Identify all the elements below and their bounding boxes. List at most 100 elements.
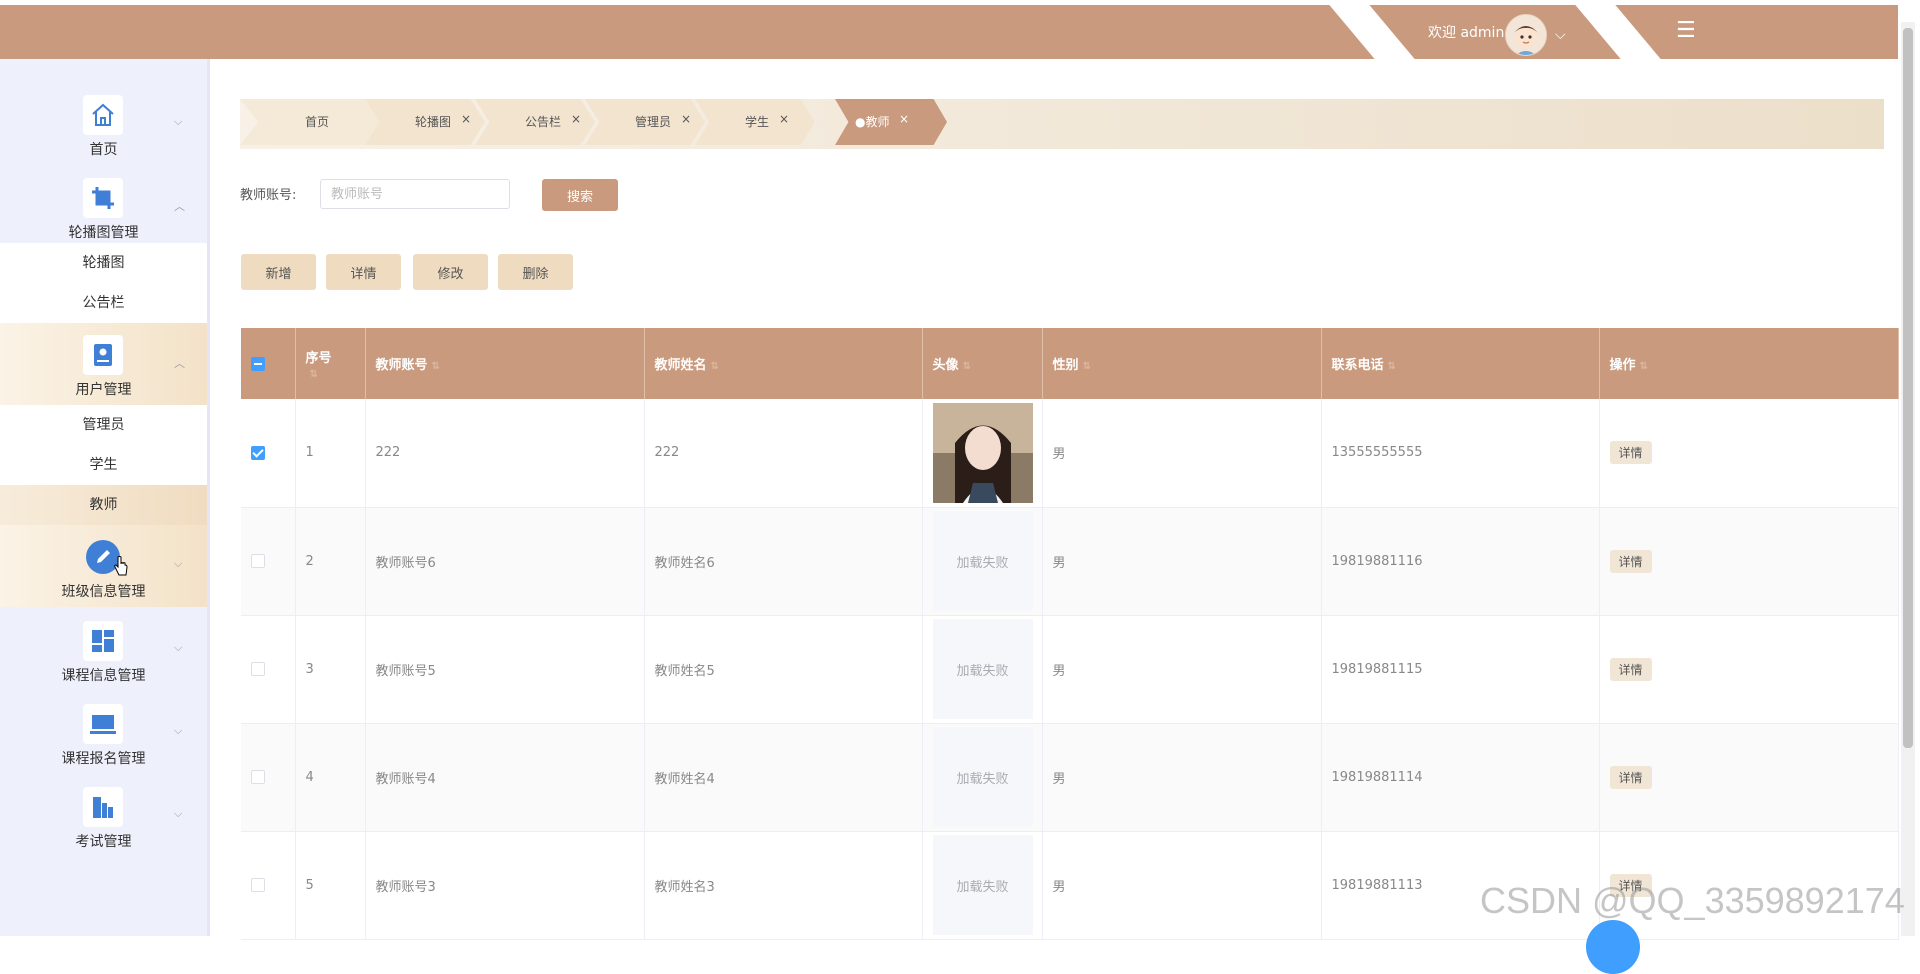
row-checkbox[interactable] — [251, 554, 265, 568]
user-card-icon — [83, 335, 123, 375]
home-icon — [83, 95, 123, 135]
action-cell: 详情 — [1599, 399, 1899, 508]
sort-icon[interactable]: ⇅ — [711, 361, 719, 372]
sort-icon[interactable]: ⇅ — [1388, 361, 1396, 372]
avatar-load-failed: 加载失败 — [932, 727, 1033, 827]
row-checkbox[interactable] — [251, 770, 265, 784]
table-row[interactable]: 4 教师账号4 教师姓名4 加载失败 男 19819881114 详情 — [241, 723, 1899, 832]
row-checkbox[interactable] — [251, 445, 265, 460]
index-cell: 2 — [295, 507, 366, 616]
dashboard-icon — [83, 621, 123, 661]
sidebar-subitem-teacher[interactable]: 教师 — [0, 485, 207, 525]
name-cell: 教师姓名3 — [644, 831, 923, 940]
column-header-account[interactable]: 教师账号 ⇅ — [365, 328, 645, 399]
column-header-action[interactable]: 操作 ⇅ — [1599, 328, 1899, 399]
close-icon[interactable]: × — [461, 112, 471, 126]
user-menu-chevron-icon[interactable]: ⌵ — [1555, 27, 1566, 43]
sidebar-item-class-info[interactable]: 班级信息管理 ⌵ — [0, 525, 207, 607]
laptop-icon — [83, 704, 123, 744]
select-all-checkbox[interactable] — [251, 356, 265, 371]
add-button[interactable]: 新增 — [241, 254, 316, 290]
sidebar-subitem-student[interactable]: 学生 — [0, 445, 207, 485]
row-detail-button[interactable]: 详情 — [1609, 657, 1652, 681]
gender-cell: 男 — [1042, 615, 1322, 724]
sidebar-item-home[interactable]: 首页 ⌵ — [0, 83, 207, 165]
select-all-cell[interactable] — [241, 328, 296, 399]
teacher-table: 序号 ⇅ 教师账号 ⇅ 教师姓名 ⇅ 头像 ⇅ 性别 ⇅ 联系电话 ⇅ 操作 ⇅ 1 222 … — [241, 328, 1899, 940]
row-checkbox[interactable] — [251, 878, 265, 892]
row-detail-button[interactable]: 详情 — [1609, 549, 1652, 573]
header-label: 联系电话 — [1331, 358, 1384, 373]
row-checkbox[interactable] — [251, 662, 265, 676]
sidebar-item-carousel-management[interactable]: 轮播图管理 ︿ — [0, 166, 207, 248]
teacher-account-search-input[interactable] — [320, 179, 510, 209]
table-row[interactable]: 3 教师账号5 教师姓名5 加载失败 男 19819881115 详情 — [241, 615, 1899, 724]
row-detail-button[interactable]: 详情 — [1609, 765, 1652, 789]
sort-icon[interactable]: ⇅ — [963, 361, 971, 372]
gender-cell: 男 — [1042, 831, 1322, 940]
row-select-cell[interactable] — [241, 507, 296, 616]
action-cell: 详情 — [1599, 615, 1899, 724]
sidebar-item-label: 首页 — [89, 142, 118, 158]
sort-icon[interactable]: ⇅ — [1640, 361, 1648, 372]
chevron-down-icon: ⌵ — [174, 557, 183, 570]
row-select-cell[interactable] — [241, 615, 296, 724]
row-detail-button[interactable]: 详情 — [1609, 441, 1652, 465]
column-header-index[interactable]: 序号 ⇅ — [295, 328, 366, 399]
row-select-cell[interactable] — [241, 399, 296, 508]
action-cell: 详情 — [1599, 723, 1899, 832]
column-header-phone[interactable]: 联系电话 ⇅ — [1321, 328, 1600, 399]
tab-notice-label: 公告栏 — [525, 115, 562, 129]
sort-icon[interactable]: ⇅ — [432, 361, 440, 372]
menu-collapse-icon[interactable]: ☰ — [1676, 19, 1696, 43]
column-header-gender[interactable]: 性别 ⇅ — [1042, 328, 1322, 399]
floating-action-button[interactable] — [1586, 920, 1640, 974]
sidebar-subitem-carousel[interactable]: 轮播图 — [0, 243, 207, 283]
chevron-down-icon: ⌵ — [174, 807, 183, 820]
sidebar-subitem-notice[interactable]: 公告栏 — [0, 283, 207, 323]
sidebar-item-exam-management[interactable]: 考试管理 ⌵ — [0, 775, 207, 857]
building-icon — [83, 787, 123, 827]
index-cell: 1 — [295, 399, 366, 508]
gender-cell: 男 — [1042, 399, 1322, 508]
delete-button[interactable]: 删除 — [498, 254, 573, 290]
close-icon[interactable]: × — [779, 112, 789, 126]
avatar-cell: 加载失败 — [922, 507, 1043, 616]
sort-icon[interactable]: ⇅ — [310, 369, 318, 380]
close-icon[interactable]: × — [899, 112, 909, 126]
table-header-row: 序号 ⇅ 教师账号 ⇅ 教师姓名 ⇅ 头像 ⇅ 性别 ⇅ 联系电话 ⇅ 操作 ⇅ — [241, 328, 1899, 399]
avatar-cell — [922, 399, 1043, 508]
close-icon[interactable]: × — [571, 112, 581, 126]
phone-cell: 13555555555 — [1321, 399, 1600, 508]
user-avatar[interactable] — [1505, 14, 1547, 56]
row-select-cell[interactable] — [241, 831, 296, 940]
avatar-load-failed: 加载失败 — [932, 835, 1033, 935]
sidebar-item-label: 课程信息管理 — [61, 668, 146, 684]
vertical-scrollbar[interactable] — [1901, 22, 1915, 936]
tab-student-label: 学生 — [745, 115, 770, 129]
sidebar-item-user-management[interactable]: 用户管理 ︿ — [0, 323, 207, 405]
sidebar-item-course-info[interactable]: 课程信息管理 ⌵ — [0, 609, 207, 691]
tab-bar: 首页 轮播图 × 公告栏 × 管理员 × 学生 × ●教师 × — [240, 99, 1884, 149]
sidebar-item-course-registration[interactable]: 课程报名管理 ⌵ — [0, 692, 207, 774]
tab-admin-label: 管理员 — [635, 115, 672, 129]
sidebar-subitem-admin[interactable]: 管理员 — [0, 405, 207, 445]
column-header-name[interactable]: 教师姓名 ⇅ — [644, 328, 923, 399]
name-cell: 教师姓名5 — [644, 615, 923, 724]
phone-cell: 19819881114 — [1321, 723, 1600, 832]
column-header-avatar[interactable]: 头像 ⇅ — [922, 328, 1043, 399]
search-button[interactable]: 搜索 — [542, 179, 618, 211]
table-row[interactable]: 1 222 222 男 13555555555 详情 — [241, 399, 1899, 508]
header-label: 序号 — [305, 350, 332, 366]
tab-teacher-active[interactable] — [835, 99, 947, 145]
sort-icon[interactable]: ⇅ — [1083, 361, 1091, 372]
edit-button[interactable]: 修改 — [413, 254, 488, 290]
table-row[interactable]: 2 教师账号6 教师姓名6 加载失败 男 19819881116 详情 — [241, 507, 1899, 616]
account-cell: 教师账号4 — [365, 723, 645, 832]
detail-button[interactable]: 详情 — [326, 254, 401, 290]
close-icon[interactable]: × — [681, 112, 691, 126]
scrollbar-thumb[interactable] — [1903, 28, 1913, 748]
avatar-load-failed: 加载失败 — [932, 619, 1033, 719]
row-select-cell[interactable] — [241, 723, 296, 832]
watermark-text: CSDN @QQ_3359892174 — [1480, 880, 1905, 921]
